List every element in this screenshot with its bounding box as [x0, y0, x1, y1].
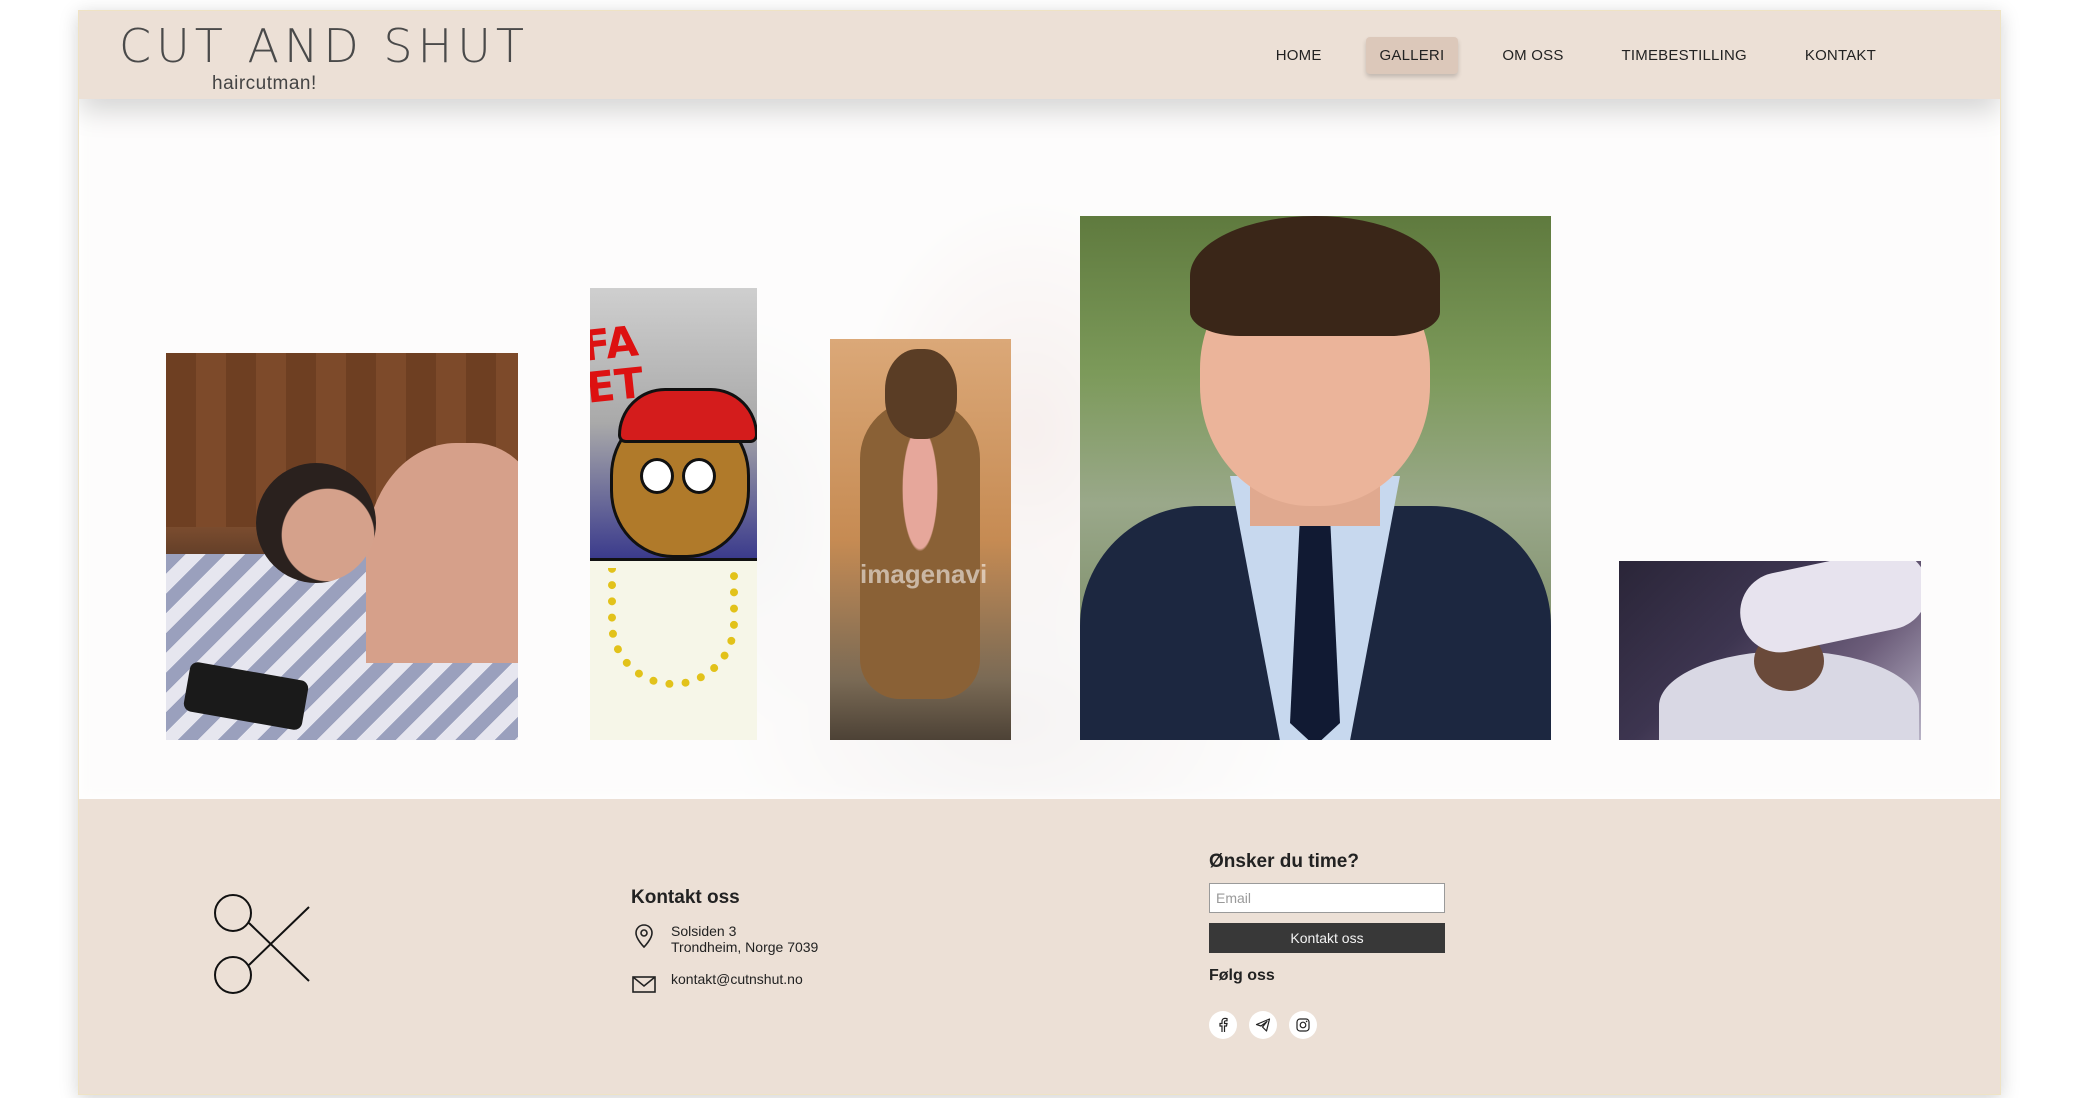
contact-email-link[interactable]: kontakt@cutnshut.no — [671, 971, 803, 987]
nav-home[interactable]: HOME — [1262, 37, 1336, 74]
photo-detail — [1190, 216, 1440, 336]
contact-block: Kontakt oss Solsiden 3 Trondheim, Norge … — [631, 887, 818, 1013]
gallery-photo-sleeping[interactable] — [166, 353, 518, 740]
address-row: Solsiden 3 Trondheim, Norge 7039 — [631, 923, 818, 955]
nav-om-oss[interactable]: OM OSS — [1488, 37, 1577, 74]
mail-icon — [631, 971, 657, 997]
gallery-photo-monkey-haircut[interactable] — [1619, 561, 1921, 740]
nav-timebestilling[interactable]: TIMEBESTILLING — [1608, 37, 1761, 74]
email-row: kontakt@cutnshut.no — [631, 971, 818, 997]
nav-kontakt[interactable]: KONTAKT — [1791, 37, 1890, 74]
scissors-icon — [199, 889, 319, 999]
photo-detail — [618, 388, 757, 443]
kontakt-oss-button[interactable]: Kontakt oss — [1209, 923, 1445, 953]
photo-detail — [256, 463, 376, 583]
social-links — [1209, 1011, 1449, 1039]
photo-detail — [640, 458, 674, 494]
photo-detail — [860, 399, 980, 699]
gallery: FA ET imagenavi — [79, 99, 2000, 799]
main-nav: HOME GALLERI OM OSS TIMEBESTILLING KONTA… — [1232, 37, 1890, 74]
gallery-photo-young-man[interactable] — [1080, 216, 1551, 740]
photo-watermark: imagenavi — [860, 559, 988, 589]
brand-logo[interactable]: CUT AND SHUT — [119, 23, 529, 69]
site-header: CUT AND SHUT haircutman! HOME GALLERI OM… — [79, 11, 2000, 99]
nav-galleri[interactable]: GALLERI — [1365, 37, 1459, 74]
gallery-photo-monkey[interactable]: imagenavi — [830, 339, 1011, 740]
follow-title: Følg oss — [1209, 967, 1275, 984]
brand-tagline: haircutman! — [212, 73, 317, 94]
gallery-photo-cartoon[interactable]: FA ET — [590, 288, 757, 740]
facebook-icon[interactable] — [1209, 1011, 1237, 1039]
brand[interactable]: CUT AND SHUT — [119, 23, 529, 69]
instagram-icon[interactable] — [1289, 1011, 1317, 1039]
telegram-icon[interactable] — [1249, 1011, 1277, 1039]
photo-detail — [1732, 561, 1921, 660]
contact-title: Kontakt oss — [631, 887, 740, 908]
address-line2: Trondheim, Norge 7039 — [671, 939, 819, 955]
location-pin-icon — [631, 923, 657, 949]
email-field[interactable] — [1209, 883, 1445, 913]
booking-title: Ønsker du time? — [1209, 851, 1359, 872]
address-line1: Solsiden 3 — [671, 923, 737, 939]
photo-detail — [682, 458, 716, 494]
photo-detail — [885, 349, 957, 439]
page-frame: CUT AND SHUT haircutman! HOME GALLERI OM… — [78, 10, 2001, 1095]
booking-block: Ønsker du time? Kontakt oss Følg oss — [1209, 851, 1449, 1039]
site-footer: Kontakt oss Solsiden 3 Trondheim, Norge … — [79, 799, 2000, 1094]
